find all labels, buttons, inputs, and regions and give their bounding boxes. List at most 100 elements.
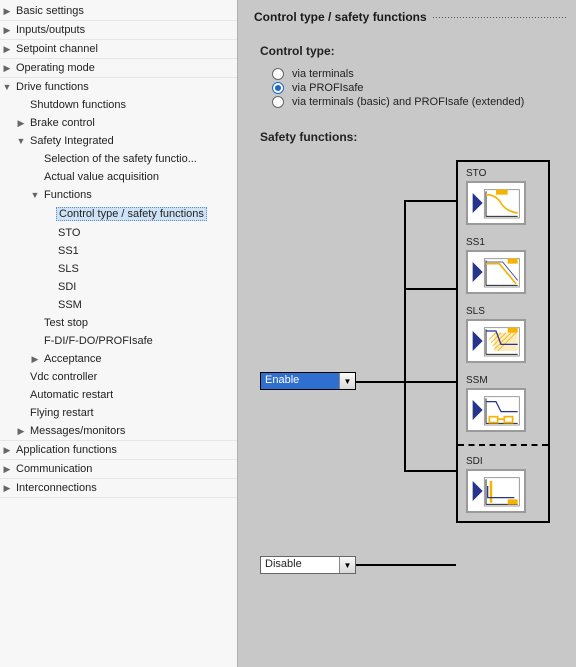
chevron-right-icon[interactable]: ▶ <box>2 63 12 74</box>
radio-label: via terminals (basic) and PROFIsafe (ext… <box>292 96 524 108</box>
tree-item-operating-mode[interactable]: ▶Operating mode <box>0 59 237 77</box>
tree-item-sto[interactable]: STO <box>42 224 237 242</box>
tree-label: Flying restart <box>28 407 96 419</box>
content-panel: Control type / safety functions Control … <box>238 0 576 667</box>
dropdown-value: Disable <box>261 557 339 573</box>
tree-label: Setpoint channel <box>14 43 100 55</box>
tree-label: Automatic restart <box>28 389 115 401</box>
chevron-right-icon[interactable]: ▶ <box>16 118 26 129</box>
ss1-graph-icon <box>466 250 526 294</box>
tree-item-app-functions[interactable]: ▶Application functions <box>0 441 237 459</box>
chevron-right-icon[interactable]: ▶ <box>2 6 12 17</box>
chevron-right-icon[interactable]: ▶ <box>2 44 12 55</box>
tree-label: Functions <box>42 189 94 201</box>
page-title: Control type / safety functions <box>254 10 566 24</box>
radio-selected-icon <box>272 82 284 94</box>
func-ssm-item[interactable]: SSM <box>466 375 540 432</box>
chevron-down-icon[interactable]: ▼ <box>339 373 355 389</box>
chevron-down-icon[interactable]: ▼ <box>16 136 26 146</box>
tree-label: Operating mode <box>14 62 97 74</box>
tree-item-actual-value[interactable]: Actual value acquisition <box>28 168 237 186</box>
func-sls-item[interactable]: SLS <box>466 306 540 363</box>
chevron-right-icon[interactable]: ▶ <box>30 354 40 365</box>
tree-label: SSM <box>56 299 84 311</box>
func-label: SSM <box>466 375 540 386</box>
radio-icon <box>272 96 284 108</box>
tree-item-flying-restart[interactable]: Flying restart <box>14 404 237 422</box>
dropdown-value: Enable <box>261 373 339 389</box>
tree-label: Messages/monitors <box>28 425 127 437</box>
func-label: SDI <box>466 456 540 467</box>
nav-tree-panel: ▶Basic settings ▶Inputs/outputs ▶Setpoin… <box>0 0 238 667</box>
radio-via-profisafe[interactable]: via PROFIsafe <box>272 82 566 94</box>
radio-label: via PROFIsafe <box>292 82 364 94</box>
tree-item-brake-control[interactable]: ▶Brake control <box>14 114 237 132</box>
tree-label: Communication <box>14 463 94 475</box>
ssm-graph-icon <box>466 388 526 432</box>
tree-label: Shutdown functions <box>28 99 128 111</box>
chevron-right-icon[interactable]: ▶ <box>2 445 12 456</box>
tree-item-functions[interactable]: ▼Functions <box>28 186 237 204</box>
chevron-right-icon[interactable]: ▶ <box>2 464 12 475</box>
tree-item-safety-integrated[interactable]: ▼Safety Integrated <box>14 132 237 150</box>
func-sdi-item[interactable]: SDI <box>466 456 540 513</box>
func-label: SS1 <box>466 237 540 248</box>
tree-item-interconnections[interactable]: ▶Interconnections <box>0 479 237 497</box>
tree-label: Actual value acquisition <box>42 171 161 183</box>
chevron-down-icon[interactable]: ▼ <box>30 190 40 200</box>
tree-item-selection-safety[interactable]: Selection of the safety functio... <box>28 150 237 168</box>
tree-label: Basic settings <box>14 5 86 17</box>
enable-dropdown[interactable]: Enable ▼ <box>260 372 356 390</box>
tree-label: Brake control <box>28 117 97 129</box>
chevron-right-icon[interactable]: ▶ <box>16 426 26 437</box>
tree-item-test-stop[interactable]: Test stop <box>28 314 237 332</box>
tree-item-shutdown-functions[interactable]: Shutdown functions <box>14 96 237 114</box>
tree-label: STO <box>56 227 82 239</box>
tree-item-ssm[interactable]: SSM <box>42 296 237 314</box>
radio-via-terminals[interactable]: via terminals <box>272 68 566 80</box>
tree-item-control-safety[interactable]: Control type / safety functions <box>42 204 237 224</box>
radio-via-terminals-profisafe[interactable]: via terminals (basic) and PROFIsafe (ext… <box>272 96 566 108</box>
tree-item-setpoint-channel[interactable]: ▶Setpoint channel <box>0 40 237 58</box>
tree-item-communication[interactable]: ▶Communication <box>0 460 237 478</box>
radio-label: via terminals <box>292 68 354 80</box>
chevron-down-icon[interactable]: ▼ <box>339 557 355 573</box>
tree-item-auto-restart[interactable]: Automatic restart <box>14 386 237 404</box>
tree-item-sls[interactable]: SLS <box>42 260 237 278</box>
tree-label: SS1 <box>56 245 81 257</box>
control-type-heading: Control type: <box>260 44 566 58</box>
separator-icon <box>458 444 548 446</box>
tree-label: Safety Integrated <box>28 135 116 147</box>
tree-item-inputs-outputs[interactable]: ▶Inputs/outputs <box>0 21 237 39</box>
page-title-text: Control type / safety functions <box>254 10 427 24</box>
safety-functions-box: STO SS1 <box>456 160 550 523</box>
tree-item-basic-settings[interactable]: ▶Basic settings <box>0 2 237 20</box>
tree-item-msgs-monitors[interactable]: ▶Messages/monitors <box>14 422 237 440</box>
tree-label: Vdc controller <box>28 371 99 383</box>
tree-label: Acceptance <box>42 353 103 365</box>
chevron-right-icon[interactable]: ▶ <box>2 25 12 36</box>
disable-dropdown[interactable]: Disable ▼ <box>260 556 356 574</box>
title-rule-icon <box>433 17 566 18</box>
tree-item-ss1[interactable]: SS1 <box>42 242 237 260</box>
sdi-graph-icon <box>466 469 526 513</box>
tree-label: F-DI/F-DO/PROFIsafe <box>42 335 155 347</box>
tree-label: SLS <box>56 263 81 275</box>
nav-tree: ▶Basic settings ▶Inputs/outputs ▶Setpoin… <box>0 2 237 498</box>
tree-item-acceptance[interactable]: ▶Acceptance <box>28 350 237 368</box>
chevron-down-icon[interactable]: ▼ <box>2 82 12 92</box>
tree-item-sdi[interactable]: SDI <box>42 278 237 296</box>
tree-item-drive-functions[interactable]: ▼Drive functions <box>0 78 237 96</box>
tree-label: Control type / safety functions <box>56 207 207 221</box>
chevron-right-icon[interactable]: ▶ <box>2 483 12 494</box>
tree-label: Drive functions <box>14 81 91 93</box>
func-sto-item[interactable]: STO <box>466 168 540 225</box>
func-label: STO <box>466 168 540 179</box>
func-ss1-item[interactable]: SS1 <box>466 237 540 294</box>
tree-item-vdc[interactable]: Vdc controller <box>14 368 237 386</box>
tree-label: SDI <box>56 281 78 293</box>
tree-label: Application functions <box>14 444 119 456</box>
sto-graph-icon <box>466 181 526 225</box>
tree-item-fdi-fdo[interactable]: F-DI/F-DO/PROFIsafe <box>28 332 237 350</box>
sls-graph-icon <box>466 319 526 363</box>
